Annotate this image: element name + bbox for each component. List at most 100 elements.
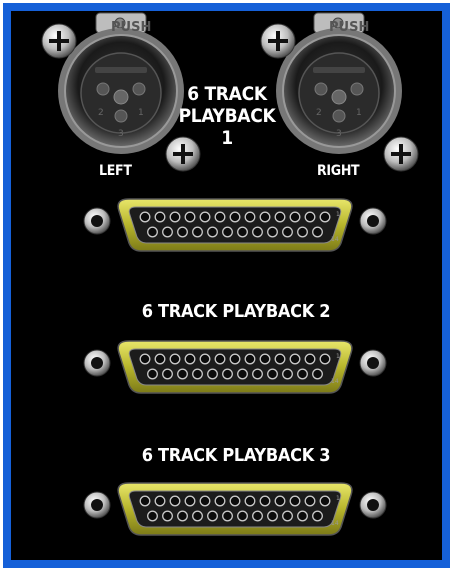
dsub-3-pins-hole — [222, 510, 233, 522]
xlr-right-pin2-label: 2 — [316, 108, 322, 118]
dsub-1-pins-hole — [147, 226, 158, 238]
xlr-left-pin3 — [114, 109, 128, 123]
dsub-3-pins-hole — [289, 495, 301, 507]
dsub-1-pins-hole — [259, 211, 271, 223]
dsub-1-pins-hole — [154, 211, 166, 223]
playback-1-title-line2: PLAYBACK — [178, 105, 276, 127]
dsub-1-pins-hole — [267, 226, 278, 238]
dsub-2-pins-hole — [207, 368, 218, 380]
dsub-connector-3 — [83, 482, 387, 536]
dsub-3-pins-hole — [252, 510, 263, 522]
dsub-2-pins-hole — [297, 368, 308, 380]
dsub-2-pins-hole — [154, 353, 166, 365]
dsub-2-pins-hole — [147, 368, 158, 380]
right-channel-label: RIGHT — [317, 163, 360, 179]
dsub-3-pin1-label: 1 — [336, 495, 340, 502]
dsub-1-pins-hole — [304, 211, 316, 223]
playback-1-title: 6 TRACK PLAYBACK 1 — [177, 83, 277, 149]
dsub-2-pins-hole — [267, 368, 278, 380]
dsub-3-pins-hole — [282, 510, 293, 522]
xlr-right-latch-hole — [331, 89, 347, 105]
dsub-2-pins-hole — [184, 353, 196, 365]
dsub-1-pins-hole — [177, 226, 188, 238]
xlr-left-pin2-label: 2 — [98, 108, 104, 118]
dsub-2-pins-hole — [199, 353, 211, 365]
dsub-1-pins-hole — [207, 226, 218, 238]
dsub-1-pins-hole — [184, 211, 196, 223]
dsub-3-pins-hole — [267, 510, 278, 522]
dsub-2-pins-hole — [289, 353, 301, 365]
playback-3-title: 6 TRACK PLAYBACK 3 — [141, 445, 331, 466]
dsub-1-pins-hole — [169, 211, 181, 223]
dsub-1-pin14-label: 14 — [331, 236, 339, 243]
dsub-3-pins-hole — [177, 510, 188, 522]
dsub-2-pins-hole — [304, 353, 316, 365]
dsub-1-pins-hole — [319, 211, 331, 223]
dsub-3-pins-hole — [274, 495, 286, 507]
xlr-left-pin1-label: 1 — [138, 108, 144, 118]
xlr-right-pin3-label: 3 — [336, 129, 342, 139]
dsub-1-pins-hole — [222, 226, 233, 238]
dsub-3-pins-hole — [139, 495, 151, 507]
dsub-2-pins-hole — [252, 368, 263, 380]
dsub-2-pin14-label: 14 — [331, 378, 339, 385]
dsub-1-pins-hole — [237, 226, 248, 238]
dsub-3-pins-hole — [207, 510, 218, 522]
xlr-right-pin1 — [350, 82, 364, 96]
dsub-3-pins-hole — [147, 510, 158, 522]
dsub-1-pins-hole — [282, 226, 293, 238]
dsub-1-pins-hole — [192, 226, 203, 238]
dsub-2-pins-hole — [162, 368, 173, 380]
dsub-3-pins-hole — [312, 510, 323, 522]
dsub-3-right-screw-hole — [367, 499, 379, 511]
dsub-1-pins-hole — [244, 211, 256, 223]
dsub-3-pin14-label: 14 — [331, 520, 339, 527]
dsub-3-pins-hole — [259, 495, 271, 507]
dsub-3-pins-hole — [319, 495, 331, 507]
dsub-3-pins-hole — [169, 495, 181, 507]
dsub-3-pins-hole — [297, 510, 308, 522]
xlr-left-pin1 — [132, 82, 146, 96]
dsub-3-pins-hole — [229, 495, 241, 507]
dsub-1-pins-hole — [139, 211, 151, 223]
xlr-right-pin2 — [314, 82, 328, 96]
dsub-2-pins-hole — [274, 353, 286, 365]
playback-2-title: 6 TRACK PLAYBACK 2 — [141, 301, 331, 322]
dsub-3-pins-hole — [162, 510, 173, 522]
left-channel-label: LEFT — [99, 163, 132, 179]
dsub-1-pins-hole — [214, 211, 226, 223]
dsub-2-pins-hole — [312, 368, 323, 380]
dsub-1-pins-hole — [289, 211, 301, 223]
dsub-2-pins-hole — [214, 353, 226, 365]
xlr-left-pin3-label: 3 — [118, 129, 124, 139]
dsub-1-pins-hole — [229, 211, 241, 223]
dsub-1-pins-hole — [252, 226, 263, 238]
dsub-3-left-screw-hole — [91, 499, 103, 511]
dsub-1-pins-hole — [312, 226, 323, 238]
dsub-1-pins-hole — [274, 211, 286, 223]
dsub-2-pins-hole — [237, 368, 248, 380]
dsub-3-pins-hole — [214, 495, 226, 507]
dsub-1-pin1-label: 1 — [336, 211, 340, 218]
dsub-1-left-screw-hole — [91, 215, 103, 227]
xlr-right-push-text: PUSH — [329, 20, 369, 35]
dsub-3-pins-hole — [244, 495, 256, 507]
dsub-1-pins-hole — [162, 226, 173, 238]
dsub-1-pins-hole — [199, 211, 211, 223]
playback-1-title-line3: 1 — [221, 127, 233, 149]
dsub-3-pins-hole — [154, 495, 166, 507]
dsub-3-pins-hole — [304, 495, 316, 507]
dsub-2-right-screw-hole — [367, 357, 379, 369]
dsub-connector-1 — [83, 198, 387, 252]
xlr-right-connector — [260, 12, 419, 172]
dsub-2-pins-hole — [244, 353, 256, 365]
xlr-left-latch-hole — [113, 89, 129, 105]
dsub-3-pins-hole — [199, 495, 211, 507]
connector-panel: PUSH PUSH 2 1 3 2 1 3 1 14 1 14 1 14 6 T… — [11, 11, 442, 560]
dsub-2-pins-hole — [222, 368, 233, 380]
dsub-3-pins-hole — [237, 510, 248, 522]
dsub-3-pins-hole — [184, 495, 196, 507]
dsub-1-pins-hole — [297, 226, 308, 238]
xlr-right-pin1-label: 1 — [356, 108, 362, 118]
dsub-connector-2 — [83, 340, 387, 394]
